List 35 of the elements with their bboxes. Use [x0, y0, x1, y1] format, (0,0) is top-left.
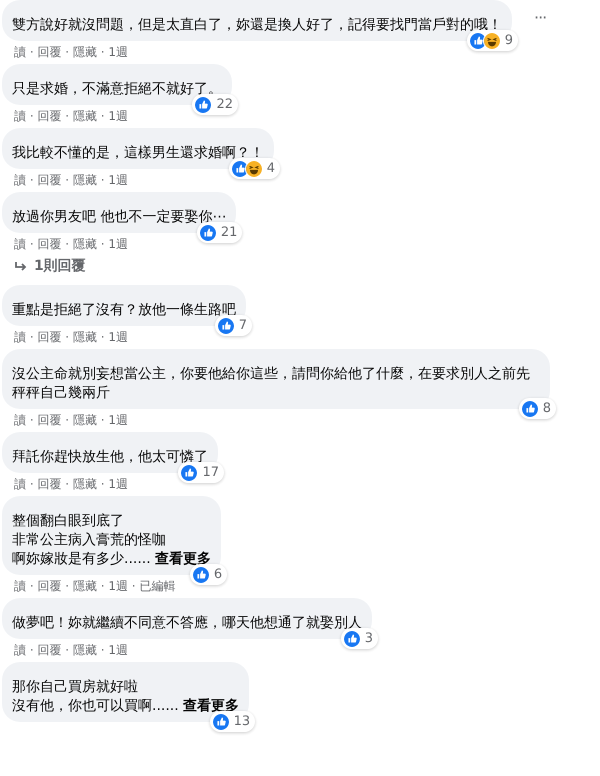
comment-actions[interactable]: 讀 · 回覆 · 隱藏 · 1週	[2, 44, 128, 60]
like-icon	[212, 712, 230, 730]
reply-arrow-icon	[14, 260, 28, 272]
like-icon	[198, 224, 217, 242]
reaction-count[interactable]: 22	[192, 94, 238, 115]
like-icon	[192, 566, 210, 584]
comment-actions[interactable]: 讀 · 回覆 · 隱藏 · 1週	[2, 329, 128, 345]
reaction-count[interactable]: 13	[210, 711, 256, 732]
laughing-emoji-icon	[482, 32, 501, 50]
more-options-button[interactable]: ···	[534, 6, 546, 30]
like-icon	[194, 96, 212, 114]
reaction-count[interactable]: 6	[190, 564, 228, 585]
comment-text: 非常公主病入膏荒的怪咖	[12, 531, 167, 550]
reaction-count[interactable]: 4	[228, 158, 280, 179]
like-icon	[520, 400, 539, 418]
comment-text: 整個翻白眼到底了	[12, 512, 125, 531]
like-icon	[342, 630, 361, 648]
comment-actions[interactable]: 讀 · 回覆 · 隱藏 · 1週	[2, 642, 128, 658]
comment-actions[interactable]: 讀 · 回覆 · 隱藏 · 1週 · 已編輯	[2, 578, 176, 594]
comment-actions[interactable]: 讀 · 回覆 · 隱藏 · 1週	[2, 108, 128, 124]
comment-actions[interactable]: 讀 · 回覆 · 隱藏 · 1週	[2, 236, 128, 252]
like-icon	[216, 316, 235, 334]
comment-actions[interactable]: 讀 · 回覆 · 隱藏 · 1週	[2, 476, 128, 492]
reaction-count[interactable]: 9	[466, 30, 518, 51]
laughing-emoji-icon	[244, 160, 263, 178]
reaction-count[interactable]: 8	[518, 398, 556, 419]
reaction-count[interactable]: 7	[214, 315, 252, 336]
reaction-count[interactable]: 3	[340, 628, 378, 649]
comment-actions[interactable]: 讀 · 回覆 · 隱藏 · 1週	[2, 412, 128, 428]
reaction-count[interactable]: 21	[196, 222, 242, 243]
like-icon	[180, 464, 198, 482]
view-replies-link[interactable]: 1則回覆	[2, 256, 86, 277]
reaction-count[interactable]: 17	[178, 462, 224, 483]
comment-actions[interactable]: 讀 · 回覆 · 隱藏 · 1週	[2, 172, 128, 188]
comment-text: 那你自己買房就好啦	[12, 678, 139, 697]
